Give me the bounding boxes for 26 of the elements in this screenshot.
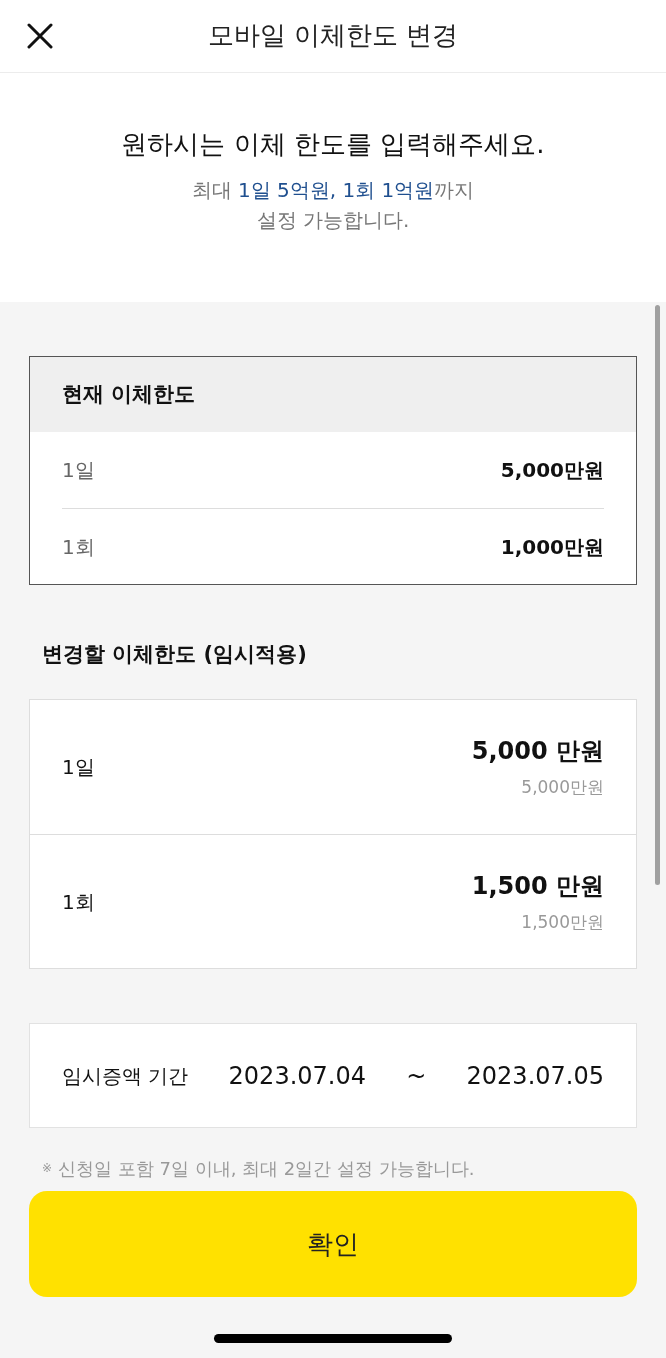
converted-amount: 5,000만원	[521, 776, 604, 799]
limit-label: 1회	[62, 888, 95, 916]
converted-amount: 1,500만원	[521, 910, 604, 934]
home-indicator[interactable]	[214, 1334, 452, 1343]
close-button[interactable]	[27, 23, 53, 49]
note-mark: ※	[42, 1160, 53, 1177]
limit-note: 최대 1일 5억원, 1회 1억원까지 설정 가능합니다.	[190, 177, 476, 234]
limit-label: 1회	[62, 533, 95, 561]
period-label: 임시증액 기간	[62, 1062, 189, 1090]
limit-value: 1,000만원	[500, 533, 604, 561]
date-separator: ~	[406, 1060, 427, 1092]
start-date[interactable]: 2023.07.04	[228, 1057, 366, 1094]
limit-label: 1일	[62, 457, 95, 484]
confirm-button[interactable]: 확인	[29, 1191, 637, 1297]
limit-amount[interactable]: 5,000 만원	[471, 734, 604, 768]
limit-label: 1일	[62, 754, 95, 781]
section-title: 변경할 이체한도 (임시적용)	[42, 641, 307, 668]
limit-value: 5,000만원	[500, 457, 604, 484]
page-title: 모바일 이체한도 변경	[206, 20, 460, 52]
intro-heading: 원하시는 이체 한도를 입력해주세요.	[120, 128, 546, 161]
limit-amount[interactable]: 1,500 만원	[471, 868, 604, 903]
scrollbar-thumb[interactable]	[655, 305, 660, 885]
end-date[interactable]: 2023.07.05	[466, 1057, 604, 1094]
close-icon	[27, 23, 53, 49]
card-title: 현재 이체한도	[62, 380, 196, 408]
notice-text: 신청일 포함 7일 이내, 최대 2일간 설정 가능합니다.	[58, 1156, 475, 1181]
